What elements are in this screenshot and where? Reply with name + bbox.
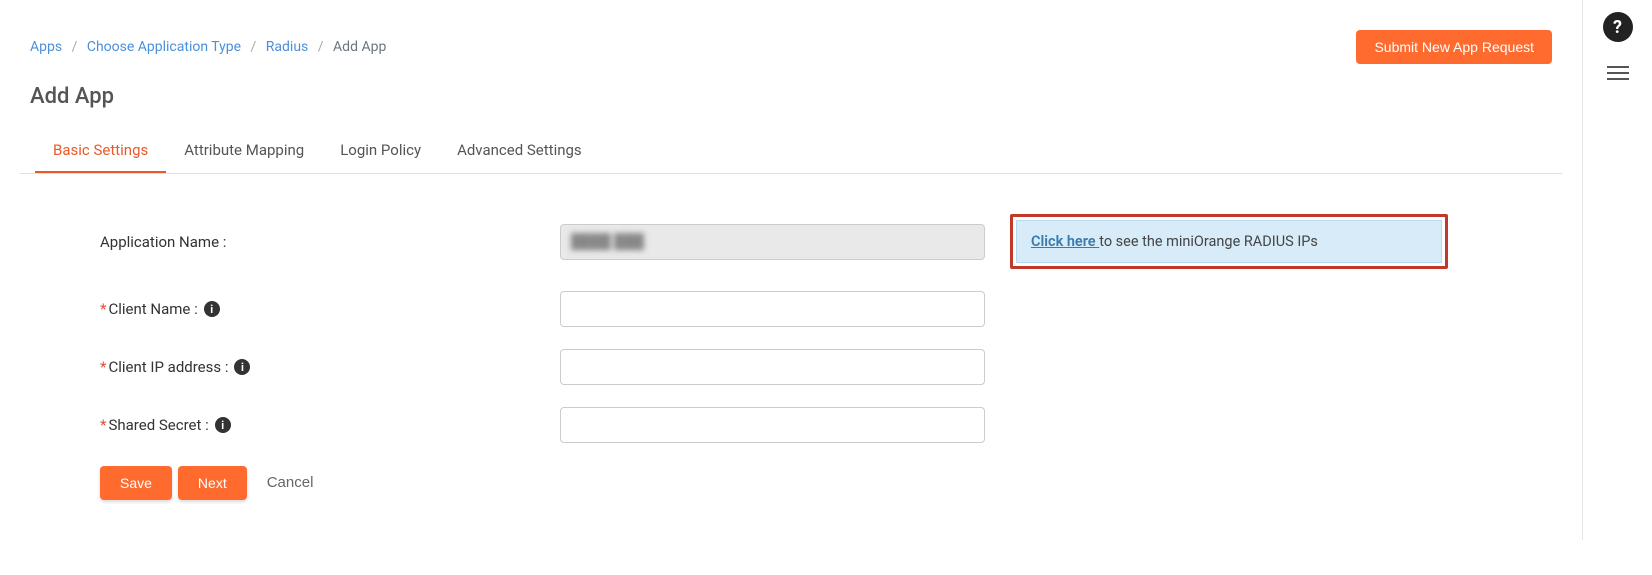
breadcrumb-link-radius[interactable]: Radius [266, 39, 309, 55]
info-icon[interactable]: i [234, 359, 250, 375]
next-button[interactable]: Next [178, 466, 247, 500]
tab-attribute-mapping[interactable]: Attribute Mapping [166, 129, 322, 173]
label-shared-secret: * Shared Secret : i [100, 416, 560, 434]
top-bar: Apps / Choose Application Type / Radius … [10, 20, 1572, 74]
shared-secret-input[interactable] [560, 407, 985, 443]
breadcrumb-link-apps[interactable]: Apps [30, 39, 62, 55]
row-client-name: * Client Name : i [100, 291, 1532, 327]
save-button[interactable]: Save [100, 466, 172, 500]
client-ip-input[interactable] [560, 349, 985, 385]
help-icon[interactable]: ? [1603, 12, 1633, 42]
application-name-value: ████ ███ [571, 233, 644, 250]
tab-basic-settings[interactable]: Basic Settings [35, 129, 166, 173]
tab-advanced-settings[interactable]: Advanced Settings [439, 129, 600, 173]
label-application-name-text: Application Name : [100, 233, 226, 251]
breadcrumb-sep: / [318, 39, 324, 55]
info-icon[interactable]: i [204, 301, 220, 317]
info-icon[interactable]: i [215, 417, 231, 433]
click-here-link[interactable]: Click here [1031, 233, 1099, 250]
breadcrumb-sep: / [72, 39, 78, 55]
label-client-ip-text: Client IP address : [108, 358, 228, 376]
required-marker: * [100, 416, 106, 434]
breadcrumb-link-choose-type[interactable]: Choose Application Type [87, 39, 241, 55]
row-application-name: Application Name : ████ ███ Click here t… [100, 214, 1532, 269]
label-client-name: * Client Name : i [100, 300, 560, 318]
label-application-name: Application Name : [100, 233, 560, 251]
breadcrumb: Apps / Choose Application Type / Radius … [30, 39, 386, 55]
callout-rest-text: to see the miniOrange RADIUS IPs [1099, 233, 1318, 250]
label-shared-secret-text: Shared Secret : [108, 416, 208, 434]
radius-ip-callout-inner: Click here to see the miniOrange RADIUS … [1016, 220, 1442, 263]
right-rail: ? [1582, 0, 1652, 540]
required-marker: * [100, 358, 106, 376]
submit-app-request-button[interactable]: Submit New App Request [1356, 30, 1552, 64]
label-client-ip: * Client IP address : i [100, 358, 560, 376]
client-name-input[interactable] [560, 291, 985, 327]
row-client-ip: * Client IP address : i [100, 349, 1532, 385]
radius-ip-callout: Click here to see the miniOrange RADIUS … [1010, 214, 1448, 269]
tab-login-policy[interactable]: Login Policy [322, 129, 439, 173]
breadcrumb-sep: / [251, 39, 257, 55]
breadcrumb-current: Add App [333, 39, 386, 55]
label-client-name-text: Client Name : [108, 300, 197, 318]
form-buttons: Save Next Cancel [100, 465, 1532, 500]
form-basic-settings: Application Name : ████ ███ Click here t… [10, 174, 1572, 520]
tabs: Basic Settings Attribute Mapping Login P… [20, 129, 1562, 174]
menu-icon[interactable] [1607, 62, 1629, 84]
cancel-button[interactable]: Cancel [253, 465, 328, 500]
row-shared-secret: * Shared Secret : i [100, 407, 1532, 443]
application-name-input[interactable]: ████ ███ [560, 224, 985, 260]
page-title: Add App [10, 74, 1572, 129]
required-marker: * [100, 300, 106, 318]
